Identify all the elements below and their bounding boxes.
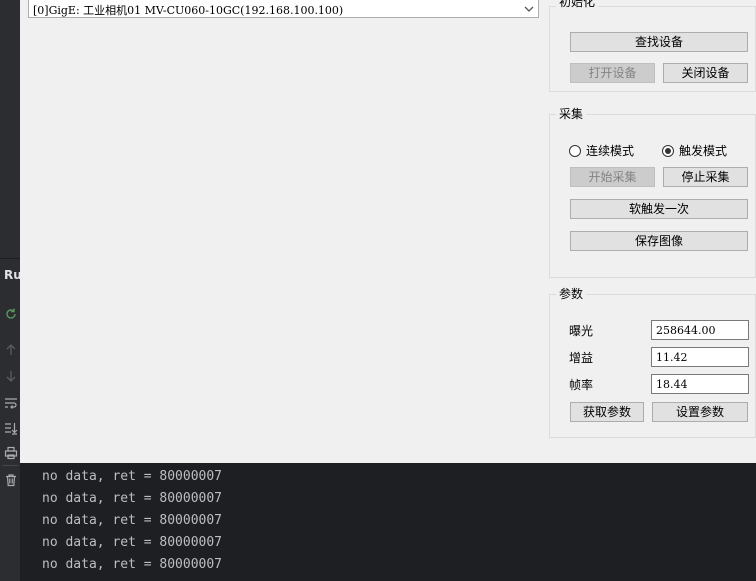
arrow-down-icon[interactable] (3, 368, 19, 384)
continuous-mode-radio[interactable]: 连续模式 (569, 142, 634, 159)
console-line: no data, ret = 80000007 (42, 513, 223, 528)
device-select-value: [0]GigE: 工业相机01 MV-CU060-10GC(192.168.10… (33, 4, 344, 17)
camera-app-window: [0]GigE: 工业相机01 MV-CU060-10GC(192.168.10… (20, 0, 756, 463)
set-params-button[interactable]: 设置参数 (652, 402, 748, 422)
find-device-button[interactable]: 查找设备 (570, 32, 748, 52)
console-line: no data, ret = 80000007 (42, 535, 223, 550)
soft-wrap-icon[interactable] (3, 395, 19, 411)
print-icon[interactable] (3, 445, 19, 461)
trash-icon[interactable] (3, 472, 19, 488)
gain-field[interactable] (651, 347, 749, 367)
console-output: no data, ret = 80000007 no data, ret = 8… (20, 463, 756, 581)
scroll-to-end-icon[interactable] (3, 420, 19, 436)
chevron-down-icon[interactable] (523, 3, 535, 15)
gain-label: 增益 (569, 351, 594, 365)
parameters-group-title: 参数 (556, 287, 587, 302)
console-line: no data, ret = 80000007 (42, 557, 223, 572)
save-image-button[interactable]: 保存图像 (570, 231, 748, 251)
continuous-mode-label: 连续模式 (586, 144, 635, 158)
frame-rate-label: 帧率 (569, 378, 594, 392)
ide-separator (2, 465, 18, 466)
radio-checked-icon[interactable] (662, 144, 674, 157)
trigger-mode-radio[interactable]: 触发模式 (662, 142, 727, 159)
ide-tool-strip: Ru (0, 0, 22, 581)
radio-unchecked-icon[interactable] (569, 144, 581, 157)
soft-trigger-button[interactable]: 软触发一次 (570, 199, 748, 219)
device-select[interactable]: [0]GigE: 工业相机01 MV-CU060-10GC(192.168.10… (28, 0, 539, 18)
console-line: no data, ret = 80000007 (42, 469, 223, 484)
start-grab-button[interactable]: 开始采集 (570, 167, 655, 187)
exposure-label: 曝光 (569, 324, 594, 338)
close-device-button[interactable]: 关闭设备 (663, 63, 748, 83)
exposure-field[interactable] (651, 320, 749, 340)
get-params-button[interactable]: 获取参数 (570, 402, 644, 422)
acquisition-group-title: 采集 (556, 107, 587, 122)
rerun-icon[interactable] (3, 306, 19, 322)
console-line: no data, ret = 80000007 (42, 491, 223, 506)
open-device-button[interactable]: 打开设备 (570, 63, 655, 83)
ide-divider (0, 258, 20, 259)
stop-grab-button[interactable]: 停止采集 (663, 167, 748, 187)
init-group-title: 初始化 (556, 0, 599, 10)
trigger-mode-label: 触发模式 (679, 144, 728, 158)
arrow-up-icon[interactable] (3, 342, 19, 358)
frame-rate-field[interactable] (651, 374, 749, 394)
acquisition-group: 采集 (549, 107, 756, 278)
